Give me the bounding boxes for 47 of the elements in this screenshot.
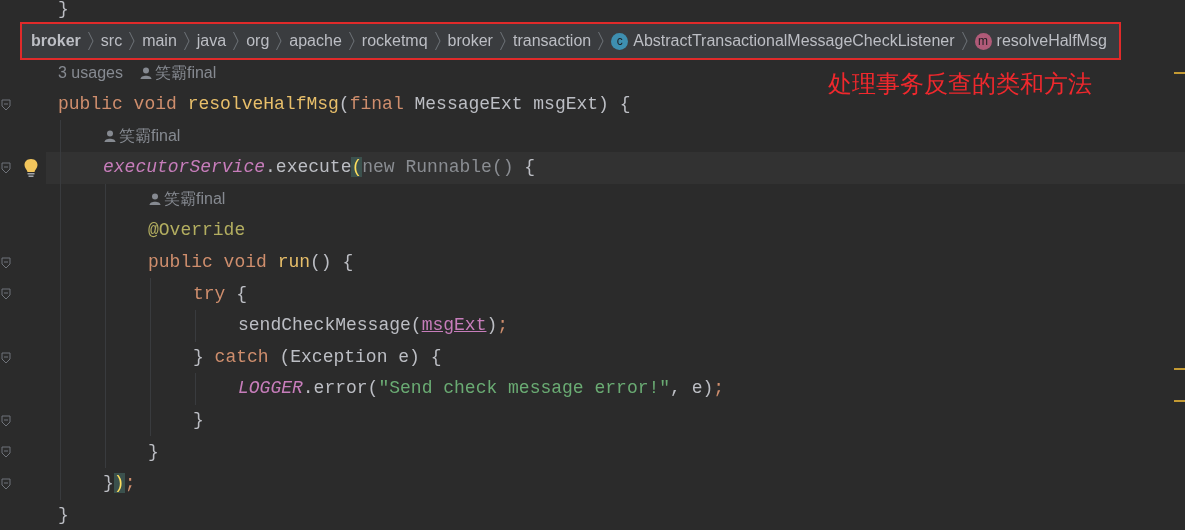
- breadcrumb-item[interactable]: main: [142, 29, 177, 53]
- breadcrumb-item[interactable]: broker: [447, 29, 493, 53]
- chevron-icon: [598, 31, 605, 51]
- breadcrumb-item[interactable]: src: [100, 29, 123, 53]
- breadcrumb-item[interactable]: transaction: [512, 29, 592, 53]
- code-line: });: [103, 472, 136, 496]
- breadcrumb-item[interactable]: java: [196, 29, 227, 53]
- breadcrumb-item[interactable]: broker: [31, 29, 81, 53]
- code-line: sendCheckMessage(msgExt);: [238, 314, 509, 338]
- usages-hint[interactable]: 3 usages: [58, 61, 123, 85]
- breadcrumb-item[interactable]: AbstractTransactionalMessageCheckListener: [633, 29, 955, 53]
- chevron-icon: [276, 31, 283, 51]
- breadcrumb-item[interactable]: rocketmq: [361, 29, 428, 53]
- scroll-marker: [1174, 72, 1185, 74]
- method-icon: m: [974, 32, 992, 50]
- chevron-icon: [434, 31, 441, 51]
- code-line: public void resolveHalfMsg(final MessageExt msgExt) {: [58, 93, 631, 117]
- chevron-icon: [499, 31, 506, 51]
- author-hint[interactable]: 笑霸final: [154, 61, 217, 85]
- chevron-icon: [87, 31, 94, 51]
- code-line: @Override: [148, 219, 246, 243]
- person-icon: [148, 192, 162, 207]
- code-line: public void run() {: [148, 251, 354, 275]
- code-line: try {: [193, 282, 248, 306]
- breadcrumb-item[interactable]: apache: [289, 29, 342, 53]
- chevron-icon: [183, 31, 190, 51]
- chevron-icon: [961, 31, 968, 51]
- chevron-icon: [233, 31, 240, 51]
- author-hint[interactable]: 笑霸final: [119, 124, 181, 149]
- person-icon: [138, 66, 153, 80]
- author-hint[interactable]: 笑霸final: [164, 187, 226, 212]
- class-icon: c: [611, 32, 629, 50]
- person-icon: [103, 129, 117, 144]
- code-line: }: [58, 0, 69, 22]
- code-line: }: [148, 440, 159, 464]
- chevron-icon: [129, 31, 136, 51]
- scroll-marker: [1174, 368, 1185, 370]
- breadcrumb-item[interactable]: org: [246, 29, 270, 53]
- code-line: } catch (Exception e) {: [193, 345, 442, 369]
- scroll-marker: [1174, 400, 1185, 402]
- breadcrumb-item[interactable]: resolveHalfMsg: [996, 29, 1107, 53]
- chevron-icon: [348, 31, 355, 51]
- code-line: }: [58, 503, 69, 527]
- code-line: executorService.execute(new Runnable() {: [103, 156, 536, 180]
- annotation-text: 处理事务反查的类和方法: [828, 69, 1092, 99]
- code-line: LOGGER.error("Send check message error!", e);: [238, 377, 725, 401]
- code-line: }: [193, 409, 204, 432]
